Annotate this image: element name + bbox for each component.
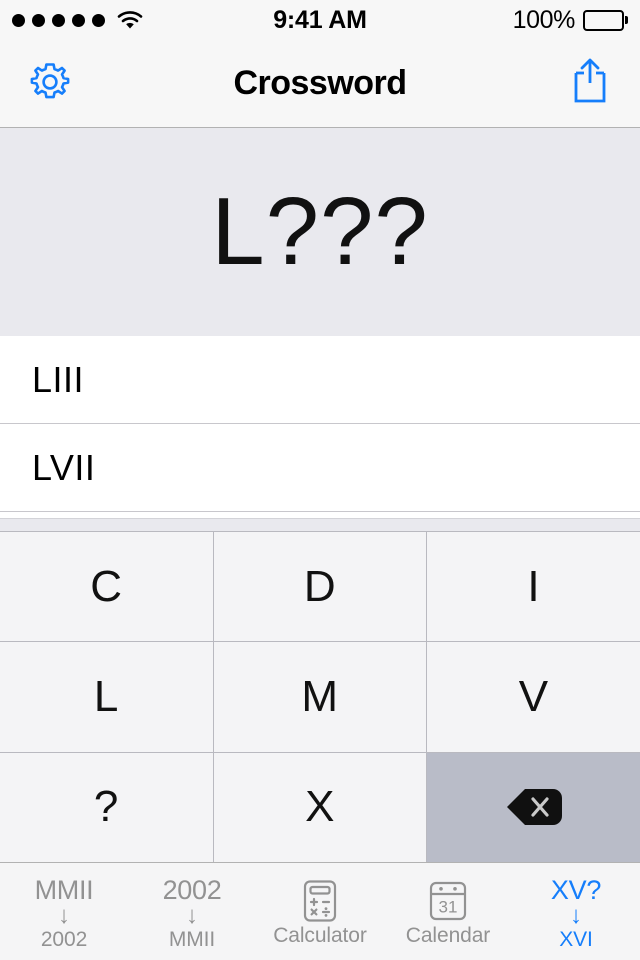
share-icon <box>566 56 614 111</box>
key-delete[interactable] <box>427 752 640 862</box>
tab-calendar[interactable]: 31 Calendar <box>384 863 512 960</box>
status-bar-right: 100% <box>513 6 628 35</box>
arrow-down-icon: ↓ <box>186 902 198 930</box>
list-item[interactable]: LVII <box>0 424 640 512</box>
tab-conversion-from: MMII <box>34 874 94 905</box>
tab-label: XVI <box>559 927 593 951</box>
gear-icon <box>26 58 74 109</box>
cellular-signal-icon <box>12 13 105 27</box>
tab-label: Calculator <box>273 924 367 948</box>
key-v[interactable]: V <box>427 642 640 752</box>
tab-label: 2002 <box>40 927 88 951</box>
arrow-down-icon: ↓ <box>58 902 70 930</box>
arrow-down-icon: ↓ <box>570 902 582 930</box>
tab-calculator[interactable]: Calculator <box>256 863 384 960</box>
tab-conversion-from: XV? <box>550 874 602 905</box>
key-question[interactable]: ? <box>0 752 213 862</box>
result-value: LVII <box>32 446 96 488</box>
page-title: Crossword <box>233 64 407 102</box>
key-c[interactable]: C <box>0 532 213 642</box>
keyboard-row: C D I <box>0 532 640 642</box>
roman-numeral-keyboard: C D I L M V ? X <box>0 532 640 862</box>
settings-button[interactable] <box>22 56 78 112</box>
tab-roman-to-arabic[interactable]: MMII ↓ 2002 <box>0 863 128 960</box>
share-button[interactable] <box>562 56 618 112</box>
results-list: LIII LVII <box>0 336 640 518</box>
key-l[interactable]: L <box>0 642 213 752</box>
keyboard-separator <box>0 518 640 532</box>
navigation-bar: Crossword <box>0 40 640 128</box>
keyboard-row: ? X <box>0 752 640 862</box>
tab-arabic-to-roman[interactable]: 2002 ↓ MMII <box>128 863 256 960</box>
result-value: LIII <box>32 358 85 400</box>
keyboard-row: L M V <box>0 642 640 752</box>
tab-label: Calendar <box>405 924 491 948</box>
key-x[interactable]: X <box>213 752 427 862</box>
list-item[interactable]: LIII <box>0 336 640 424</box>
key-m[interactable]: M <box>213 642 427 752</box>
calculator-icon <box>299 879 341 923</box>
svg-text:31: 31 <box>439 898 458 917</box>
app-root: 9:41 AM 100% Crossword L??? LIII LVII C … <box>0 0 640 960</box>
pattern-text: L??? <box>211 178 429 285</box>
battery-full-icon <box>583 9 628 31</box>
battery-percent-label: 100% <box>512 5 576 34</box>
tab-crossword[interactable]: XV? ↓ XVI <box>512 863 640 960</box>
tab-bar: MMII ↓ 2002 2002 ↓ MMII Calculator 31 Ca… <box>0 862 640 960</box>
tab-label: MMII <box>168 927 216 951</box>
wifi-icon <box>117 10 143 30</box>
key-i[interactable]: I <box>427 532 640 642</box>
delete-backward-icon <box>503 785 565 829</box>
tab-conversion-from: 2002 <box>162 874 222 905</box>
key-d[interactable]: D <box>213 532 427 642</box>
calendar-icon: 31 <box>426 879 470 923</box>
pattern-display: L??? <box>0 128 640 336</box>
status-bar-left <box>12 10 143 30</box>
status-bar: 9:41 AM 100% <box>0 0 640 40</box>
